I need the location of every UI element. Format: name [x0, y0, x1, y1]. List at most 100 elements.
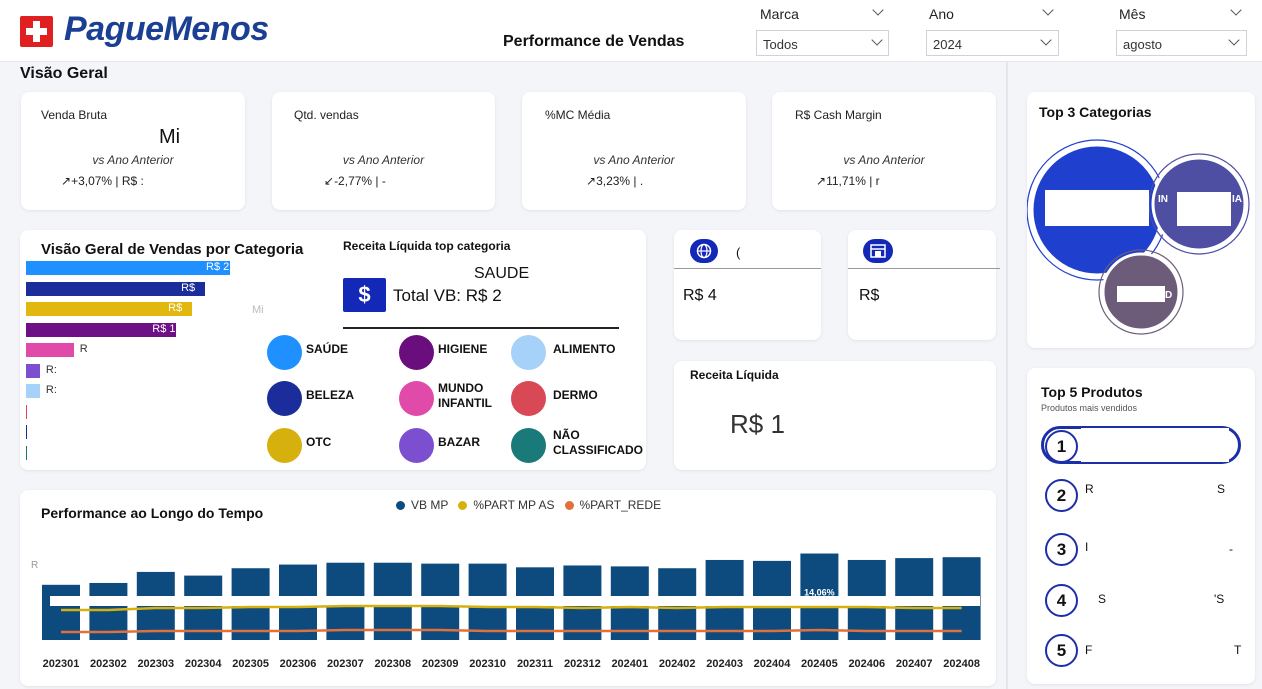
category-faint-label: Mi: [252, 304, 264, 316]
top-category-name: SAUDE: [474, 265, 530, 282]
legend-dot[interactable]: [511, 381, 546, 416]
category-bar[interactable]: [26, 343, 74, 357]
legend-dot-part-rede: [564, 500, 574, 510]
category-bar[interactable]: [26, 261, 230, 275]
arrow-up-icon: ↗: [61, 174, 72, 188]
top3-bubble-chart: IN IA D: [1027, 139, 1250, 335]
product-name-3-end: -: [1229, 542, 1233, 556]
product-rank-2[interactable]: 2: [1045, 479, 1078, 512]
legend-label: BELEZA: [306, 388, 354, 402]
kpi-vs-label: vs Ano Anterior: [342, 153, 425, 167]
kpi-delta: ↗+3,07% | R$ :: [61, 174, 144, 188]
category-bar[interactable]: [26, 404, 27, 419]
x-tick-label: 202301: [43, 658, 80, 670]
channel-card-store: R$: [848, 230, 1000, 340]
category-bar[interactable]: [26, 384, 40, 398]
kpi-title: R$ Cash Margin: [795, 108, 882, 122]
x-tick-label: 202303: [137, 658, 174, 670]
category-bar-label: R$ 1:: [152, 322, 179, 335]
legend-label: %PART_REDE: [579, 498, 662, 512]
category-sales-title: Visão Geral de Vendas por Categoria: [41, 241, 304, 258]
chevron-down-icon[interactable]: [872, 4, 884, 16]
overview-title: Visão Geral: [20, 65, 108, 82]
legend-label: VB MP: [411, 498, 449, 512]
product-rank-4[interactable]: 4: [1045, 584, 1078, 617]
x-tick-label: 202402: [659, 658, 696, 670]
legend-dot[interactable]: [511, 428, 546, 463]
page-title: Performance de Vendas: [503, 33, 685, 50]
x-tick-label: 202302: [90, 658, 127, 670]
bubble-label: IN: [1158, 194, 1168, 205]
category-bar[interactable]: [26, 281, 206, 296]
legend-label: NÃO CLASSIFICADO: [553, 428, 643, 457]
legend-label: HIGIENE: [438, 342, 488, 356]
filter-label-marca: Marca: [760, 6, 799, 22]
x-tick-label: 202311: [517, 658, 553, 670]
ano-select[interactable]: 2024: [926, 30, 1059, 56]
legend-label: OTC: [306, 435, 332, 449]
arrow-down-icon: ↙: [324, 174, 335, 188]
product-rank-3[interactable]: 3: [1045, 533, 1078, 566]
globe-icon: [690, 239, 718, 263]
bubble-label: IA: [1232, 194, 1242, 205]
category-bar[interactable]: [26, 445, 27, 460]
card-divider: [674, 268, 821, 269]
kpi-vs-label: vs Ano Anterior: [92, 153, 174, 167]
product-name-4: S: [1098, 592, 1107, 606]
category-bar[interactable]: [26, 363, 40, 378]
category-bar-label: R$: [181, 281, 196, 294]
performance-legend: VB MP %PART MP AS %PART_REDE: [396, 498, 661, 512]
channel-card-online: ( R$ 4: [674, 230, 821, 340]
marca-select-value: Todos: [763, 37, 798, 52]
kpi-vs-label: vs Ano Anterior: [843, 153, 925, 167]
x-tick-label: 202310: [469, 658, 506, 670]
kpi-value: Mi: [159, 126, 181, 148]
chevron-down-icon[interactable]: [1230, 4, 1242, 16]
performance-bar-chart: 20230120230220230320230420230512,55%2023…: [42, 553, 981, 670]
legend-label: DERMO: [553, 388, 598, 402]
legend-label: MUNDO INFANTIL: [438, 381, 492, 410]
product-name-5: F: [1085, 643, 1093, 657]
marca-select[interactable]: Todos: [756, 30, 889, 56]
kpi-card-cash-margin: R$ Cash Margin vs Ano Anterior ↗11,71% |…: [772, 92, 996, 210]
chevron-down-icon[interactable]: [1042, 4, 1054, 16]
top-category-total: Total VB: R$ 2: [393, 286, 502, 305]
mes-select[interactable]: agosto: [1116, 30, 1247, 56]
top-category-divider: [343, 327, 619, 329]
product-name-4-end: 'S: [1214, 592, 1225, 606]
x-tick-label: 202404: [754, 658, 792, 670]
product-rank-5[interactable]: 5: [1045, 634, 1078, 667]
receita-liquida-value: R$ 1: [730, 409, 785, 439]
product-name-2-end: S: [1217, 482, 1226, 496]
store-icon: [863, 239, 893, 263]
kpi-delta: ↙-2,77% | -: [324, 174, 386, 188]
legend-label: SAÚDE: [306, 342, 349, 356]
kpi-title: %MC Média: [545, 108, 611, 122]
legend-dot[interactable]: [267, 428, 302, 463]
panel-divider: [1006, 62, 1008, 689]
legend-dot[interactable]: [511, 335, 546, 370]
legend-dot[interactable]: [399, 381, 434, 416]
product-name-3: I: [1085, 540, 1089, 554]
kpi-delta: ↗3,23% | .: [586, 174, 644, 188]
brand-logo-text: PagueMenos: [64, 10, 269, 48]
legend-dot[interactable]: [267, 381, 302, 416]
x-tick-label: 202407: [896, 658, 933, 670]
category-bar-label: R: [79, 343, 88, 355]
top5-item-1-mask: [1081, 428, 1229, 462]
channel-value: R$ 4: [683, 287, 717, 304]
legend-dot[interactable]: [399, 428, 434, 463]
category-bar[interactable]: [26, 425, 27, 439]
legend-dot-vb-mp: [396, 500, 405, 510]
x-tick-label: 202401: [611, 658, 648, 670]
label-mask-band: [50, 596, 980, 606]
x-tick-label: 202405: [801, 658, 838, 670]
legend-dot[interactable]: [399, 335, 434, 370]
kpi-delta: ↗11,71% | r: [816, 174, 880, 188]
filter-label-mes: Mês: [1119, 6, 1146, 22]
arrow-up-icon: ↗: [586, 174, 597, 188]
legend-dot-part-mp-as: [458, 500, 468, 510]
channel-value: R$: [859, 287, 880, 304]
kpi-card-qtd-vendas: Qtd. vendas vs Ano Anterior ↙-2,77% | -: [272, 92, 495, 210]
legend-dot[interactable]: [267, 335, 302, 370]
